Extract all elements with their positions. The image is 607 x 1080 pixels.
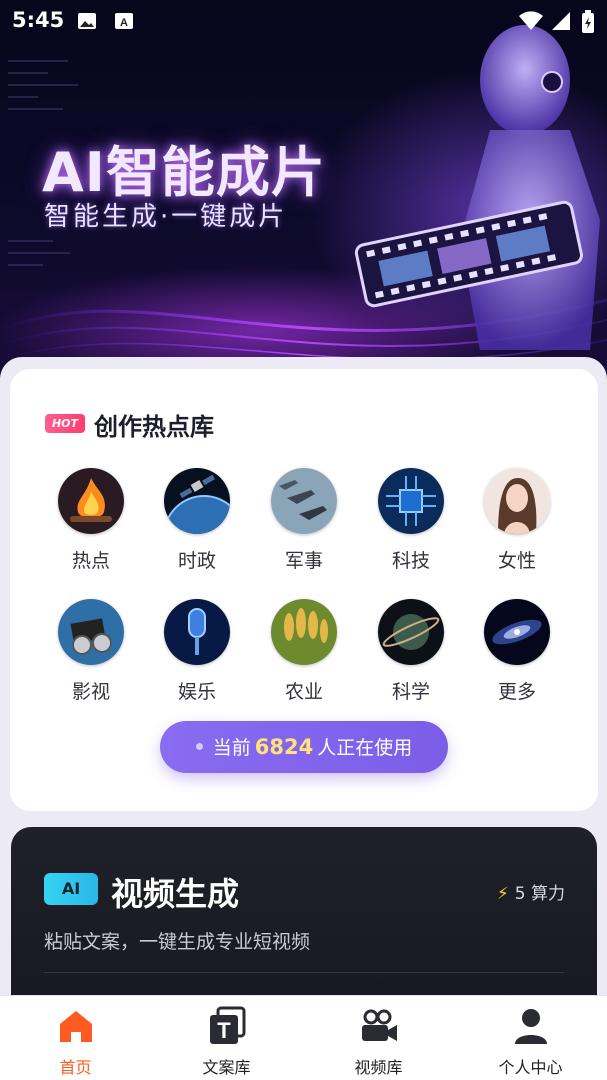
hot-badge: HOT [45, 414, 85, 433]
signal-icon [552, 12, 570, 30]
active-users-pill: 当前 6824 人正在使用 [160, 721, 448, 773]
wheat-icon [271, 599, 337, 665]
nav-label: 文案库 [202, 1058, 251, 1077]
robot-with-film-icon [354, 25, 600, 350]
category-label: 农业 [284, 681, 323, 703]
text-library-icon: T [209, 1006, 245, 1044]
home-icon [59, 1011, 92, 1042]
divider [44, 972, 564, 973]
compute-cost: ⚡ 5 算力 [497, 879, 565, 904]
bonfire-icon [58, 468, 124, 534]
video-camera-icon [361, 1009, 397, 1041]
nav-profile[interactable]: 个人中心 [455, 996, 606, 1080]
galaxy-icon [484, 599, 550, 665]
category-women[interactable]: 女性 [472, 468, 562, 578]
image-icon [78, 13, 96, 29]
usage-suffix: 人正在使用 [317, 737, 413, 759]
status-time: 5:45 [12, 8, 65, 32]
category-label: 军事 [284, 550, 323, 572]
hot-section-title: 创作热点库 [94, 413, 214, 441]
fighter-jets-icon [271, 468, 337, 534]
lightning-icon: ⚡ [496, 884, 509, 904]
category-label: 科技 [391, 550, 430, 572]
usage-count: 6824 [254, 735, 314, 759]
video-card-title: 视频生成 [111, 875, 240, 913]
category-label: 女性 [497, 550, 536, 572]
category-label: 时政 [177, 550, 216, 572]
woman-portrait-icon [484, 468, 550, 534]
satellite-earth-icon [164, 468, 230, 534]
battery-icon [582, 10, 594, 33]
status-bar: 5:45 A [0, 0, 607, 42]
category-hotspot[interactable]: 热点 [46, 468, 136, 578]
category-label: 影视 [71, 681, 110, 703]
category-label: 热点 [71, 550, 110, 572]
category-science[interactable]: 科学 [366, 599, 456, 709]
microphone-icon [164, 599, 230, 665]
film-clapper-icon [58, 599, 124, 665]
planet-icon [378, 599, 444, 665]
wifi-icon [519, 11, 543, 30]
category-military[interactable]: 军事 [259, 468, 349, 578]
svg-text:T: T [217, 1018, 231, 1043]
status-dot [195, 743, 203, 750]
category-more[interactable]: 更多 [472, 599, 562, 709]
category-entertainment[interactable]: 娱乐 [152, 599, 242, 709]
bottom-navigation: 首页 T 文案库 视频库 个人中心 [0, 995, 607, 1080]
chip-icon [378, 468, 444, 534]
ai-badge: AI [44, 873, 98, 905]
svg-text:A: A [120, 17, 128, 29]
app-screen: 5:45 A AI智能成片 智能生成·一键成片 HOT 创作热点库 热点 时政 … [0, 0, 607, 1080]
nav-label: 首页 [59, 1058, 92, 1077]
nav-home[interactable]: 首页 [0, 996, 151, 1080]
nav-label: 个人中心 [498, 1058, 563, 1077]
category-label: 娱乐 [177, 681, 216, 703]
hot-topics-card: HOT 创作热点库 热点 时政 军事 科技 女性 影视 娱乐 农业 科学 更多 … [10, 369, 598, 811]
nav-label: 视频库 [354, 1058, 403, 1077]
category-label: 科学 [391, 681, 430, 703]
category-tech[interactable]: 科技 [366, 468, 456, 578]
nav-video-library[interactable]: 视频库 [303, 996, 454, 1080]
category-film[interactable]: 影视 [46, 599, 136, 709]
category-agriculture[interactable]: 农业 [259, 599, 349, 709]
hero-subtitle: 智能生成·一键成片 [44, 202, 288, 232]
font-icon: A [115, 13, 133, 29]
category-politics[interactable]: 时政 [152, 468, 242, 578]
video-card-description: 粘贴文案，一键生成专业短视频 [44, 931, 311, 953]
usage-prefix: 当前 [212, 737, 251, 759]
user-icon [514, 1009, 547, 1044]
category-label: 更多 [497, 681, 536, 703]
nav-text-library[interactable]: T 文案库 [151, 996, 302, 1080]
compute-cost-label: 5 算力 [514, 884, 565, 904]
hero-banner[interactable]: 5:45 A AI智能成片 智能生成·一键成片 [0, 0, 607, 390]
